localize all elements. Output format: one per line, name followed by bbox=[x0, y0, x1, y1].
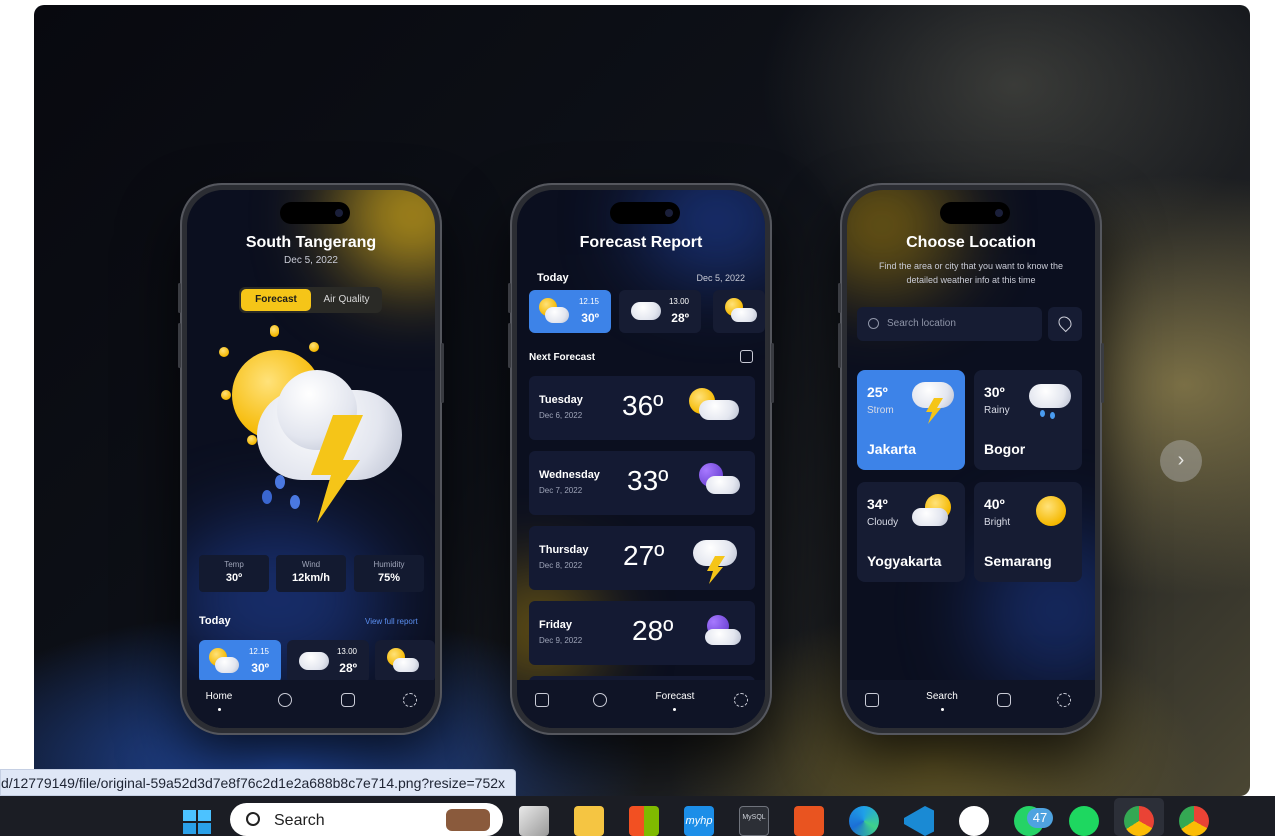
bottom-nav: Home bbox=[187, 680, 435, 728]
location-card-yogyakarta[interactable]: 34º Cloudy Yogyakarta bbox=[857, 482, 965, 582]
mysql-icon[interactable]: MySQL bbox=[739, 806, 769, 836]
subtitle-line-2: detailed weather info at this time bbox=[906, 275, 1036, 285]
city-title: South Tangerang bbox=[245, 234, 377, 251]
home-icon[interactable] bbox=[535, 693, 549, 707]
bottom-nav: Search bbox=[847, 680, 1095, 728]
microsoft-store-icon[interactable] bbox=[629, 806, 659, 836]
taskbar-search-box[interactable]: Search bbox=[230, 803, 503, 836]
hour-card[interactable] bbox=[713, 290, 765, 333]
nav-forecast[interactable]: Forecast bbox=[645, 691, 705, 702]
phone-home: South Tangerang Dec 5, 2022 Forecast Air… bbox=[178, 183, 444, 735]
location-card-jakarta[interactable]: 25º Strom Jakarta bbox=[857, 370, 965, 470]
rain-cloud-icon bbox=[1029, 384, 1071, 408]
next-slide-button[interactable]: › bbox=[1160, 440, 1202, 482]
subtitle-line-1: Find the area or city that you want to k… bbox=[878, 261, 1064, 271]
stat-wind: Wind 12km/h bbox=[276, 555, 346, 592]
hour-card[interactable]: 12.15 30º bbox=[199, 640, 281, 683]
file-explorer-icon[interactable] bbox=[574, 806, 604, 836]
windows-start-icon[interactable] bbox=[183, 810, 211, 834]
gear-icon[interactable] bbox=[1057, 693, 1071, 707]
nav-home[interactable]: Home bbox=[201, 691, 237, 702]
chrome-icon[interactable] bbox=[1179, 806, 1209, 836]
tab-forecast[interactable]: Forecast bbox=[241, 289, 311, 311]
search-icon[interactable] bbox=[593, 693, 607, 707]
vscode-icon[interactable] bbox=[904, 806, 934, 836]
gear-icon[interactable] bbox=[734, 693, 748, 707]
tab-air-quality[interactable]: Air Quality bbox=[313, 289, 380, 311]
chrome-profile-icon[interactable] bbox=[1124, 806, 1154, 836]
search-icon[interactable] bbox=[278, 693, 292, 707]
location-pin-icon bbox=[1055, 313, 1075, 333]
task-view-icon[interactable] bbox=[519, 806, 549, 836]
home-icon[interactable] bbox=[865, 693, 879, 707]
sun-storm-icon bbox=[217, 325, 407, 535]
location-card-bogor[interactable]: 30º Rainy Bogor bbox=[974, 370, 1082, 470]
phone-location: Choose Location Find the area or city th… bbox=[838, 183, 1104, 735]
view-full-report-link[interactable]: View full report bbox=[365, 617, 418, 626]
myhp-icon[interactable]: myhp bbox=[684, 806, 714, 836]
stat-temp: Temp 30º bbox=[199, 555, 269, 592]
today-heading: Today bbox=[537, 272, 569, 284]
today-date: Dec 5, 2022 bbox=[696, 273, 745, 283]
forecast-row[interactable]: Wednesday Dec 7, 2022 33º bbox=[529, 451, 755, 515]
chart-icon[interactable] bbox=[341, 693, 355, 707]
tab-group: Forecast Air Quality bbox=[239, 287, 382, 313]
search-icon bbox=[246, 812, 260, 826]
sun-icon bbox=[1036, 496, 1066, 526]
shot-canvas: South Tangerang Dec 5, 2022 Forecast Air… bbox=[34, 5, 1250, 796]
forecast-row[interactable]: Thursday Dec 8, 2022 27º bbox=[529, 526, 755, 590]
forecast-row[interactable]: Friday Dec 9, 2022 28º bbox=[529, 601, 755, 665]
search-icon bbox=[868, 318, 879, 329]
ubuntu-icon[interactable] bbox=[794, 806, 824, 836]
hour-card[interactable]: 13.00 28º bbox=[287, 640, 369, 683]
search-location-field[interactable]: Search location bbox=[857, 307, 1042, 341]
next-forecast-heading: Next Forecast bbox=[529, 352, 596, 363]
phone-link-icon[interactable] bbox=[959, 806, 989, 836]
page-title: Forecast Report bbox=[579, 234, 703, 251]
spotify-icon[interactable] bbox=[1069, 806, 1099, 836]
phone-forecast: Forecast Report Today Dec 5, 2022 12.15 … bbox=[508, 183, 774, 735]
calendar-icon[interactable] bbox=[740, 350, 753, 363]
hour-card[interactable] bbox=[375, 640, 435, 683]
edge-icon[interactable] bbox=[849, 806, 879, 836]
nav-search[interactable]: Search bbox=[917, 691, 967, 702]
hour-card[interactable]: 13.00 28º bbox=[619, 290, 701, 333]
search-highlight-image bbox=[446, 809, 490, 831]
today-heading: Today bbox=[199, 615, 231, 627]
page-title: Choose Location bbox=[906, 234, 1036, 251]
whatsapp-notification-badge: 47 bbox=[1027, 808, 1053, 828]
date-label: Dec 5, 2022 bbox=[284, 255, 338, 266]
forecast-row[interactable]: Tuesday Dec 6, 2022 36º bbox=[529, 376, 755, 440]
stat-humidity: Humidity 75% bbox=[354, 555, 424, 592]
location-card-semarang[interactable]: 40º Bright Semarang bbox=[974, 482, 1082, 582]
location-pin-button[interactable] bbox=[1048, 307, 1082, 341]
taskbar: Search myhp MySQL bbox=[0, 796, 1275, 836]
status-url-bar: d/12779149/file/original-59a52d3d7e8f76c… bbox=[0, 769, 517, 796]
bottom-nav: Forecast bbox=[517, 680, 765, 728]
gear-icon[interactable] bbox=[403, 693, 417, 707]
hour-card[interactable]: 12.15 30º bbox=[529, 290, 611, 333]
chart-icon[interactable] bbox=[997, 693, 1011, 707]
